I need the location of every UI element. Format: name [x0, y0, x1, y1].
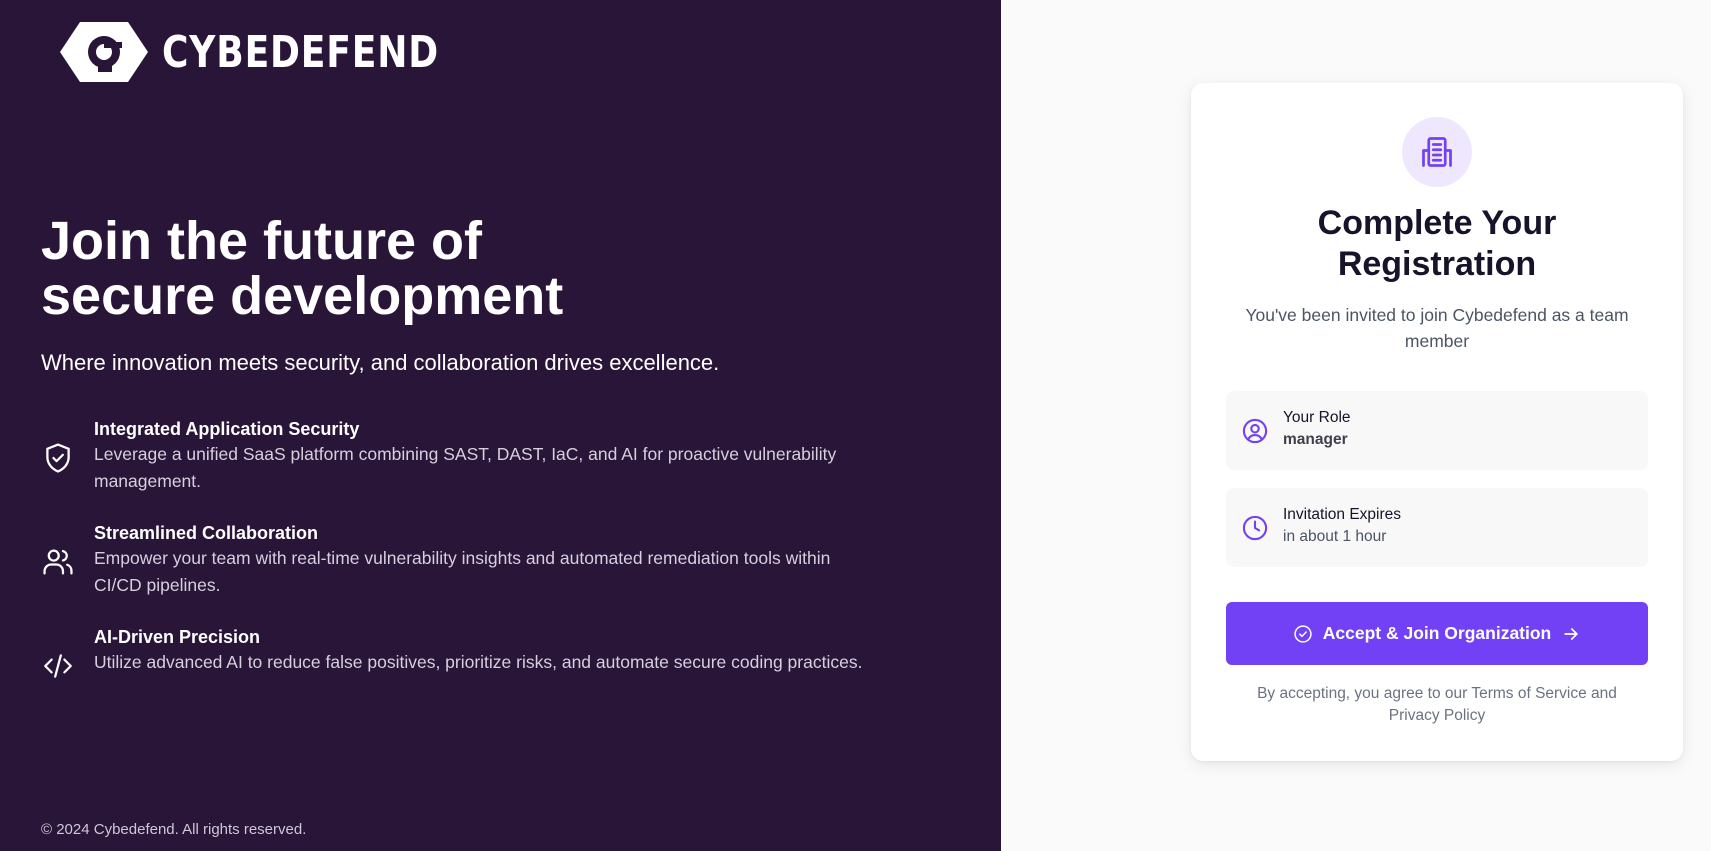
- hero-headline-line1: Join the future of: [41, 211, 482, 271]
- cybedefend-logo-icon: [60, 22, 148, 82]
- feature-description: Empower your team with real-time vulnera…: [94, 548, 831, 595]
- card-title-line1: Complete Your: [1317, 204, 1557, 242]
- registration-card: Complete Your Registration You've been i…: [1191, 83, 1683, 761]
- card-subtitle: You've been invited to join Cybedefend a…: [1245, 305, 1629, 351]
- feature-description: Leverage a unified SaaS platform combini…: [94, 444, 837, 491]
- left-panel: CYBEDEFEND Join the future of secure dev…: [0, 0, 1001, 851]
- card-icon-badge: [1402, 117, 1472, 187]
- check-circle-icon: [1294, 624, 1312, 643]
- card-title-line2: Registration: [1337, 245, 1537, 283]
- hero-headline-line2: secure development: [41, 266, 564, 326]
- role-label: Your Role: [1283, 409, 1351, 426]
- code-icon: [44, 654, 72, 678]
- accept-join-label: Accept & Join Organization: [1322, 623, 1552, 643]
- right-panel: Complete Your Registration You've been i…: [1001, 0, 1711, 851]
- copyright-text: © 2024 Cybedefend. All rights reserved.: [41, 821, 307, 838]
- feature-item: Integrated Application Security Leverage…: [41, 417, 871, 495]
- feature-title: AI-Driven Precision: [94, 627, 261, 647]
- building-icon: [1422, 137, 1452, 167]
- users-icon: [43, 549, 73, 575]
- expiry-label: Invitation Expires: [1283, 506, 1402, 523]
- arrow-right-icon: [1564, 627, 1578, 640]
- hero-headline: Join the future of secure development: [41, 214, 741, 324]
- role-value: manager: [1283, 431, 1348, 448]
- hero-subheading: Where innovation meets security, and col…: [41, 350, 720, 375]
- role-info-box: Your Role manager: [1226, 391, 1648, 470]
- feature-item: Streamlined Collaboration Empower your t…: [41, 521, 871, 599]
- accept-join-button[interactable]: Accept & Join Organization: [1226, 602, 1648, 665]
- feature-item: AI-Driven Precision Utilize advanced AI …: [41, 625, 871, 678]
- feature-title: Streamlined Collaboration: [94, 523, 319, 543]
- terms-notice: By accepting, you agree to our Terms of …: [1257, 685, 1617, 724]
- feature-description: Utilize advanced AI to reduce false posi…: [94, 652, 863, 672]
- feature-title: Integrated Application Security: [94, 419, 360, 439]
- card-title: Complete Your Registration: [1191, 203, 1683, 285]
- expiry-value: in about 1 hour: [1283, 528, 1387, 545]
- shield-check-icon: [46, 443, 70, 473]
- clock-icon: [1242, 515, 1268, 541]
- feature-list: Integrated Application Security Leverage…: [41, 417, 871, 702]
- brand-name: CYBEDEFEND: [162, 26, 439, 78]
- expiry-info-box: Invitation Expires in about 1 hour: [1226, 488, 1648, 567]
- user-circle-icon: [1242, 418, 1268, 444]
- brand-logo[interactable]: CYBEDEFEND: [58, 18, 500, 86]
